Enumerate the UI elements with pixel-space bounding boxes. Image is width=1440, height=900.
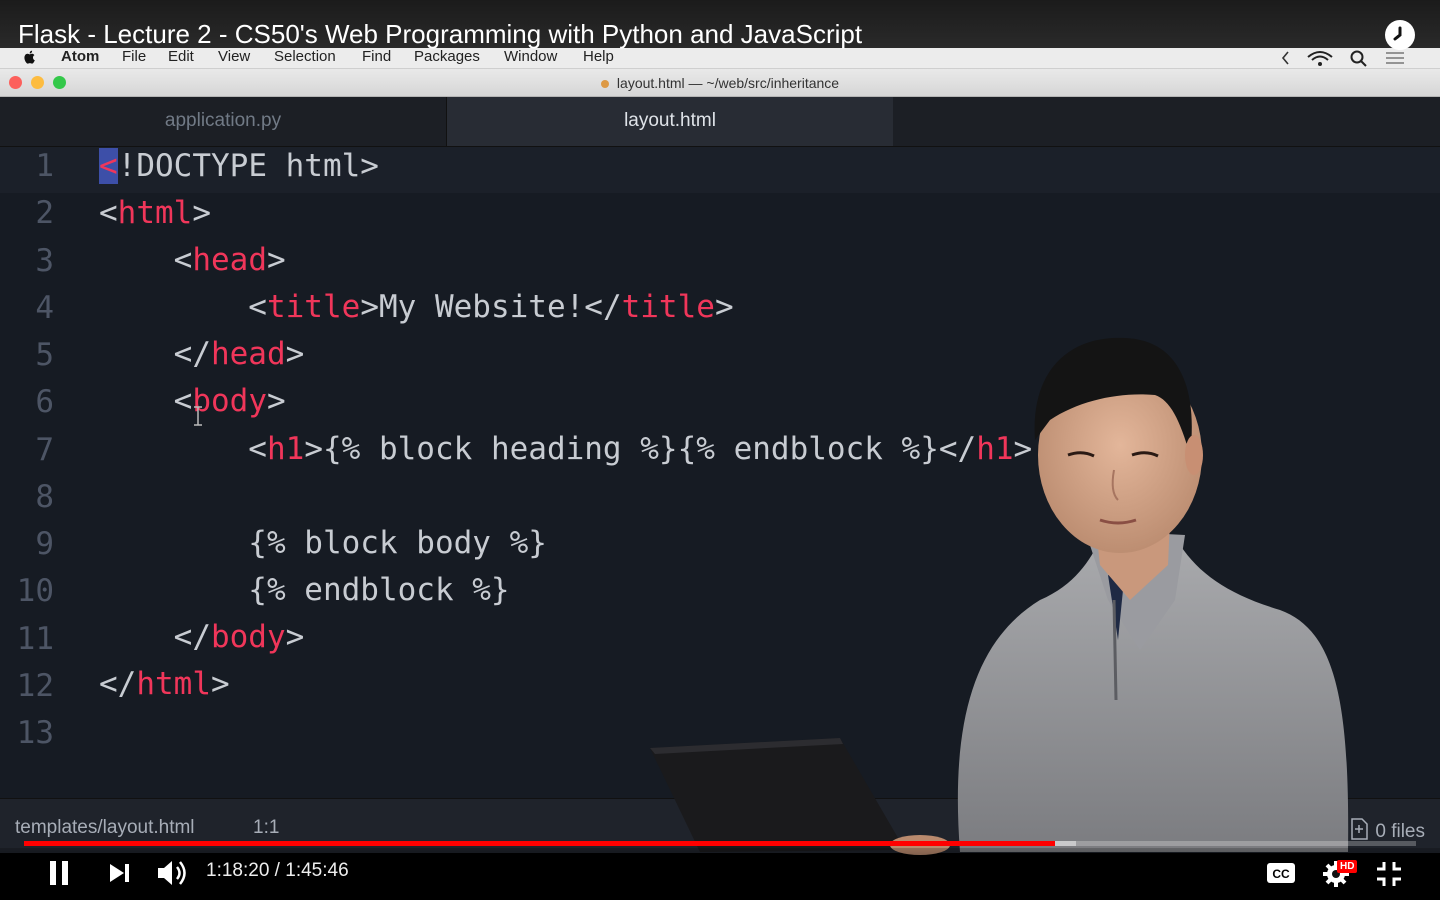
time-display: 1:18:20 / 1:45:46 [206, 860, 349, 882]
video-progress-bar[interactable] [24, 841, 1416, 846]
window-title-bar[interactable]: layout.html — ~/web/src/inheritance [0, 69, 1440, 97]
screen: 1 2 3 4 5 6 7 8 9 10 11 12 13 <!DOCTYPE html> <html>… [0, 0, 1440, 900]
status-cursor-position[interactable]: 1:1 [253, 817, 279, 839]
exit-fullscreen-icon[interactable] [1375, 860, 1403, 888]
line-number[interactable]: 6 [0, 384, 54, 420]
status-git-files[interactable]: 0 files [1349, 817, 1425, 843]
video-title-overlay: Flask - Lecture 2 - CS50's Web Programmi… [0, 0, 1440, 50]
line-number[interactable]: 8 [0, 479, 54, 515]
quality-hd-badge: HD [1337, 860, 1358, 873]
watch-later-button[interactable] [1385, 20, 1415, 50]
ibeam-cursor-icon [194, 406, 202, 426]
status-files-label: 0 files [1375, 821, 1425, 842]
code-line-12: </html> [99, 666, 230, 702]
tab-bar: application.py layout.html [0, 97, 1440, 147]
code-line-7: <h1>{% block heading %}{% endblock %}</h… [99, 431, 1033, 467]
notification-list-icon[interactable] [1386, 52, 1404, 64]
pause-icon[interactable] [46, 860, 72, 886]
line-number[interactable]: 3 [0, 243, 54, 279]
current-time: 1:18:20 [206, 860, 270, 881]
code-line-9: {% block body %} [99, 525, 547, 561]
menubar-status-icons [1280, 48, 1420, 72]
line-number[interactable]: 2 [0, 195, 54, 231]
status-file-path[interactable]: templates/layout.html [15, 817, 195, 839]
clock-icon [1393, 26, 1402, 41]
code-line-11: </body> [99, 619, 305, 655]
code-line-2: <html> [99, 195, 211, 231]
line-number[interactable]: 9 [0, 526, 54, 562]
search-icon[interactable] [1350, 50, 1367, 67]
line-number[interactable]: 1 [0, 148, 54, 184]
player-controls: 1:18:20 / 1:45:46 CC HD [0, 848, 1440, 900]
code-line-10: {% endblock %} [99, 572, 510, 608]
tab-layout-html[interactable]: layout.html [447, 97, 893, 146]
tab-application-py[interactable]: application.py [0, 97, 447, 146]
line-number[interactable]: 11 [0, 621, 54, 657]
captions-icon[interactable]: CC [1266, 862, 1296, 884]
window-title: layout.html — ~/web/src/inheritance [0, 75, 1440, 91]
line-number[interactable]: 5 [0, 337, 54, 373]
chevron-left-icon[interactable] [1281, 51, 1289, 65]
code-line-4: <title>My Website!</title> [99, 289, 734, 325]
code-line-3: <head> [99, 242, 286, 278]
file-diff-icon [1351, 818, 1369, 840]
menubar-icons [1281, 50, 1404, 67]
played-progress [24, 841, 1056, 846]
line-number[interactable]: 7 [0, 432, 54, 468]
total-duration: 1:45:46 [285, 860, 349, 881]
code-editor[interactable]: 1 2 3 4 5 6 7 8 9 10 11 12 13 <!DOCTYPE html> <html>… [0, 146, 1440, 798]
wifi-icon[interactable] [1307, 51, 1333, 66]
code-line-5: </head> [99, 336, 305, 372]
line-number[interactable]: 13 [0, 715, 54, 751]
next-video-icon[interactable] [108, 862, 132, 884]
code-line-1: <!DOCTYPE html> [99, 148, 379, 184]
svg-text:CC: CC [1272, 867, 1290, 881]
settings-button[interactable]: HD [1322, 858, 1362, 890]
text-cursor: < [99, 148, 118, 184]
document-icon [600, 80, 609, 89]
volume-icon[interactable] [156, 858, 190, 888]
video-title[interactable]: Flask - Lecture 2 - CS50's Web Programmi… [18, 16, 862, 52]
window-title-text: layout.html — ~/web/src/inheritance [616, 75, 840, 91]
line-number[interactable]: 12 [0, 668, 54, 704]
line-number[interactable]: 4 [0, 290, 54, 326]
line-number[interactable]: 10 [0, 573, 54, 609]
time-separator: / [269, 860, 286, 881]
